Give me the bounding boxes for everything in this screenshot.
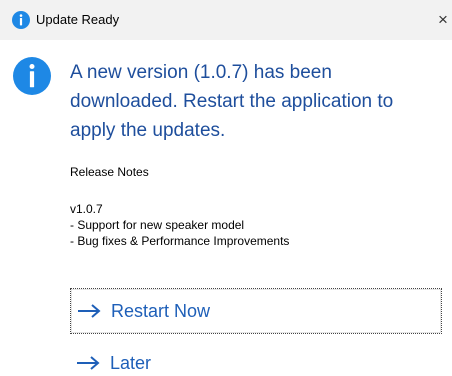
close-button[interactable]: × [434, 0, 452, 40]
restart-now-label: Restart Now [111, 300, 211, 321]
update-dialog: Update Ready × A new version (1.0.7) has… [0, 0, 452, 376]
release-notes: v1.0.7 - Support for new speaker model -… [70, 201, 289, 249]
release-notes-version: v1.0.7 [70, 202, 103, 216]
arrow-right-icon [78, 304, 101, 318]
main-instruction: A new version (1.0.7) has been downloade… [70, 62, 394, 141]
later-button[interactable]: Later [70, 342, 442, 376]
window-title: Update Ready [36, 12, 120, 27]
arrow-right-icon [77, 356, 100, 370]
info-icon [13, 57, 51, 95]
restart-now-button[interactable]: Restart Now [70, 288, 442, 334]
title-bar: Update Ready × [0, 0, 452, 40]
release-notes-title: Release Notes [70, 165, 149, 179]
later-label: Later [110, 352, 152, 373]
release-notes-item: - Support for new speaker model [70, 218, 245, 232]
release-notes-item: - Bug fixes & Performance Improvements [70, 234, 290, 248]
info-icon [12, 11, 30, 29]
